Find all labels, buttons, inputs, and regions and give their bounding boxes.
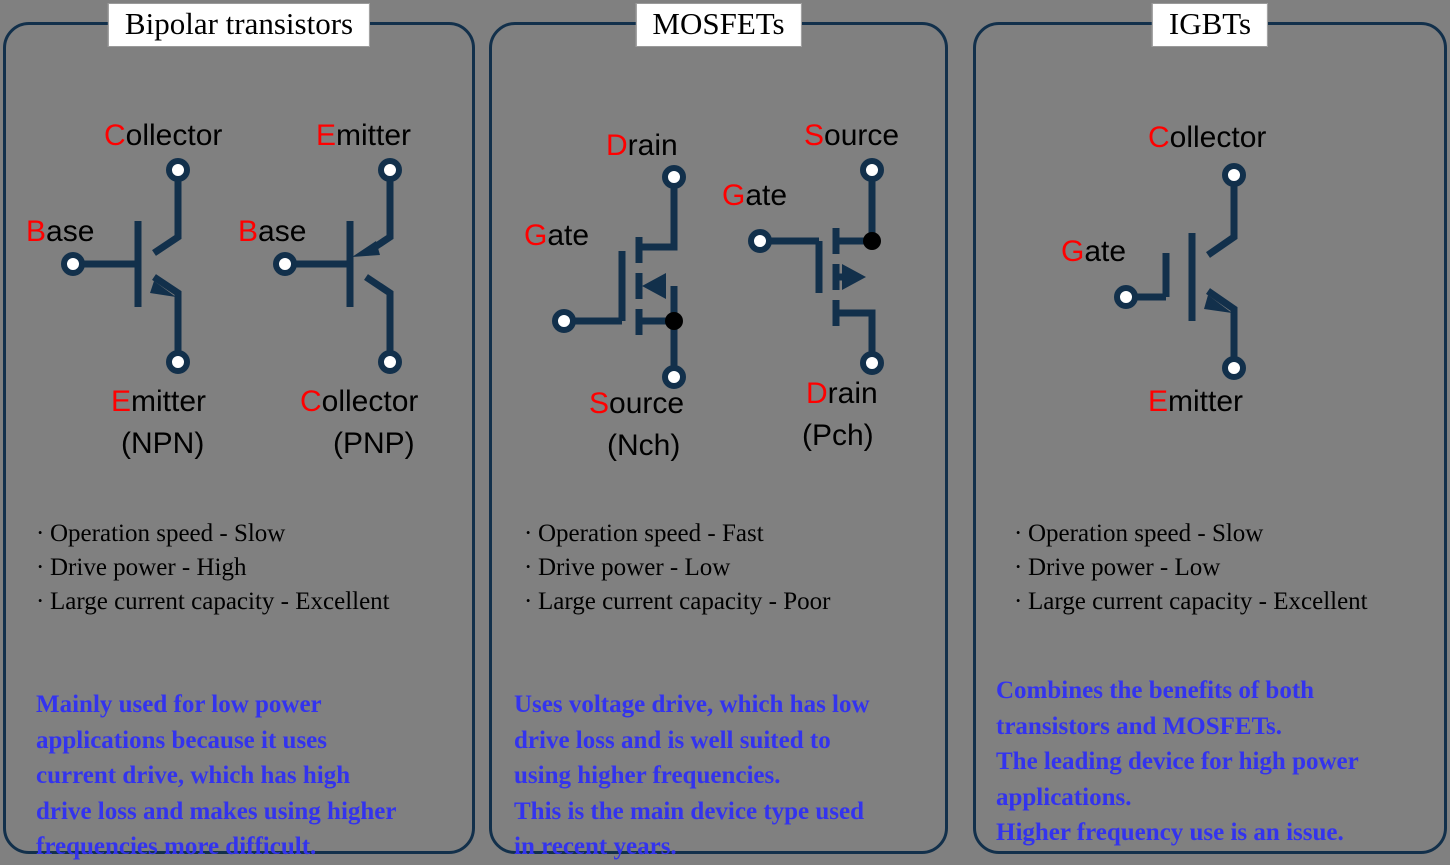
description-line: using higher frequencies. <box>514 762 781 789</box>
bullet-dot-icon: · <box>1014 587 1023 615</box>
description-igbts: Combines the benefits of both transistor… <box>996 673 1359 851</box>
description-line: Combines the benefits of both <box>996 677 1315 704</box>
terminal-dot-emitter <box>166 350 190 374</box>
bullet-item: · Operation speed - Slow <box>1014 517 1368 551</box>
symbol-group-mosfets: Drain Gate Source (Nch) Source Gate Drai… <box>492 25 945 477</box>
pch-mosfet-symbol <box>748 158 884 375</box>
description-line: applications. <box>996 783 1132 811</box>
symbol-group-bipolar: Collector Base Emitter (NPN) Emitter Bas… <box>6 25 472 477</box>
description-line: The leading device for high power <box>996 748 1359 775</box>
terminal-dot-emitter <box>1222 356 1246 380</box>
terminal-dot-gate <box>552 309 576 333</box>
bullet-item: · Drive power - High <box>36 551 390 585</box>
description-line: applications because it uses <box>36 726 328 754</box>
description-line: Uses voltage drive, which has low <box>514 691 870 718</box>
terminal-dot-collector <box>166 158 190 182</box>
bullet-dot-icon: · <box>524 553 533 581</box>
panel-title-igbts: IGBTs <box>1151 3 1269 47</box>
panel-title-bipolar: Bipolar transistors <box>107 3 371 47</box>
bullet-dot-icon: · <box>524 587 533 615</box>
description-line: current drive, which has high <box>36 762 351 789</box>
terminal-dot-source <box>860 158 884 182</box>
terminal-dot-drain <box>662 165 686 189</box>
terminal-dot-collector <box>378 350 402 374</box>
bullet-item: · Drive power - Low <box>1014 551 1368 585</box>
description-mosfets: Uses voltage drive, which has low drive … <box>514 687 870 865</box>
nch-channel-arrow <box>642 273 666 299</box>
description-bipolar: Mainly used for low power applications b… <box>36 687 397 865</box>
terminal-dot-collector <box>1222 163 1246 187</box>
device-igbt: Collector Gate Emitter <box>1061 25 1336 477</box>
terminal-dot-base <box>273 252 297 276</box>
pnp-bjt-symbol <box>273 158 402 374</box>
description-line: Higher frequency use is an issue. <box>996 819 1344 846</box>
description-line: drive loss and is well suited to <box>514 726 831 754</box>
terminal-dot-drain <box>860 351 884 375</box>
bullet-dot-icon: · <box>1014 553 1023 581</box>
diagram-canvas: Bipolar transistors Collector Base Emitt… <box>0 0 1450 860</box>
terminal-dot-emitter <box>378 158 402 182</box>
description-line: frequencies more difficult. <box>36 833 317 860</box>
symbol-group-igbts: Collector Gate Emitter <box>976 25 1444 477</box>
bullet-item: · Operation speed - Slow <box>36 517 390 551</box>
bullet-item: · Large current capacity - Excellent <box>1014 585 1368 619</box>
panel-mosfets: MOSFETs Drain Gate Source (Nch) Source G… <box>489 3 948 860</box>
description-line: Mainly used for low power <box>36 691 322 718</box>
terminal-dot-source <box>662 365 686 389</box>
bullet-dot-icon: · <box>36 520 45 547</box>
description-line: transistors and MOSFETs. <box>996 712 1282 740</box>
bullet-list-mosfets: · Operation speed - Fast · Drive power - L… <box>524 517 830 618</box>
bullet-item: · Drive power - Low <box>524 551 830 585</box>
terminal-dot-gate <box>1114 285 1138 309</box>
terminal-dot-base <box>61 252 85 276</box>
description-line: in recent years. <box>514 833 677 860</box>
body-junction-dot <box>863 232 881 250</box>
bullet-dot-icon: · <box>1014 520 1023 547</box>
bullet-dot-icon: · <box>36 587 45 615</box>
bullet-item: · Large current capacity - Poor <box>524 585 830 619</box>
pnp-emitter-arrow <box>352 241 380 257</box>
description-line: drive loss and makes using higher <box>36 797 397 825</box>
bullet-dot-icon: · <box>36 553 45 581</box>
panel-igbts: IGBTs Collector Gate Emitter · Operation… <box>973 3 1447 854</box>
device-pch-mosfet: Source Gate Drain (Pch) <box>714 25 964 477</box>
terminal-dot-gate <box>748 229 772 253</box>
device-pnp-bjt: Emitter Base Collector (PNP) <box>238 25 488 477</box>
panel-title-mosfets: MOSFETs <box>635 3 802 47</box>
igbt-symbol <box>1114 163 1246 380</box>
description-line: This is the main device type used <box>514 797 865 825</box>
panel-bipolar-transistors: Bipolar transistors Collector Base Emitt… <box>3 3 475 860</box>
bullet-list-bipolar: · Operation speed - Slow · Drive power - H… <box>36 517 390 618</box>
bullet-item: · Large current capacity - Excellent <box>36 585 390 619</box>
bullet-list-igbts: · Operation speed - Slow · Drive power - L… <box>1014 517 1368 618</box>
bullet-item: · Operation speed - Fast <box>524 517 830 551</box>
body-junction-dot <box>665 312 683 330</box>
bullet-dot-icon: · <box>524 520 533 547</box>
